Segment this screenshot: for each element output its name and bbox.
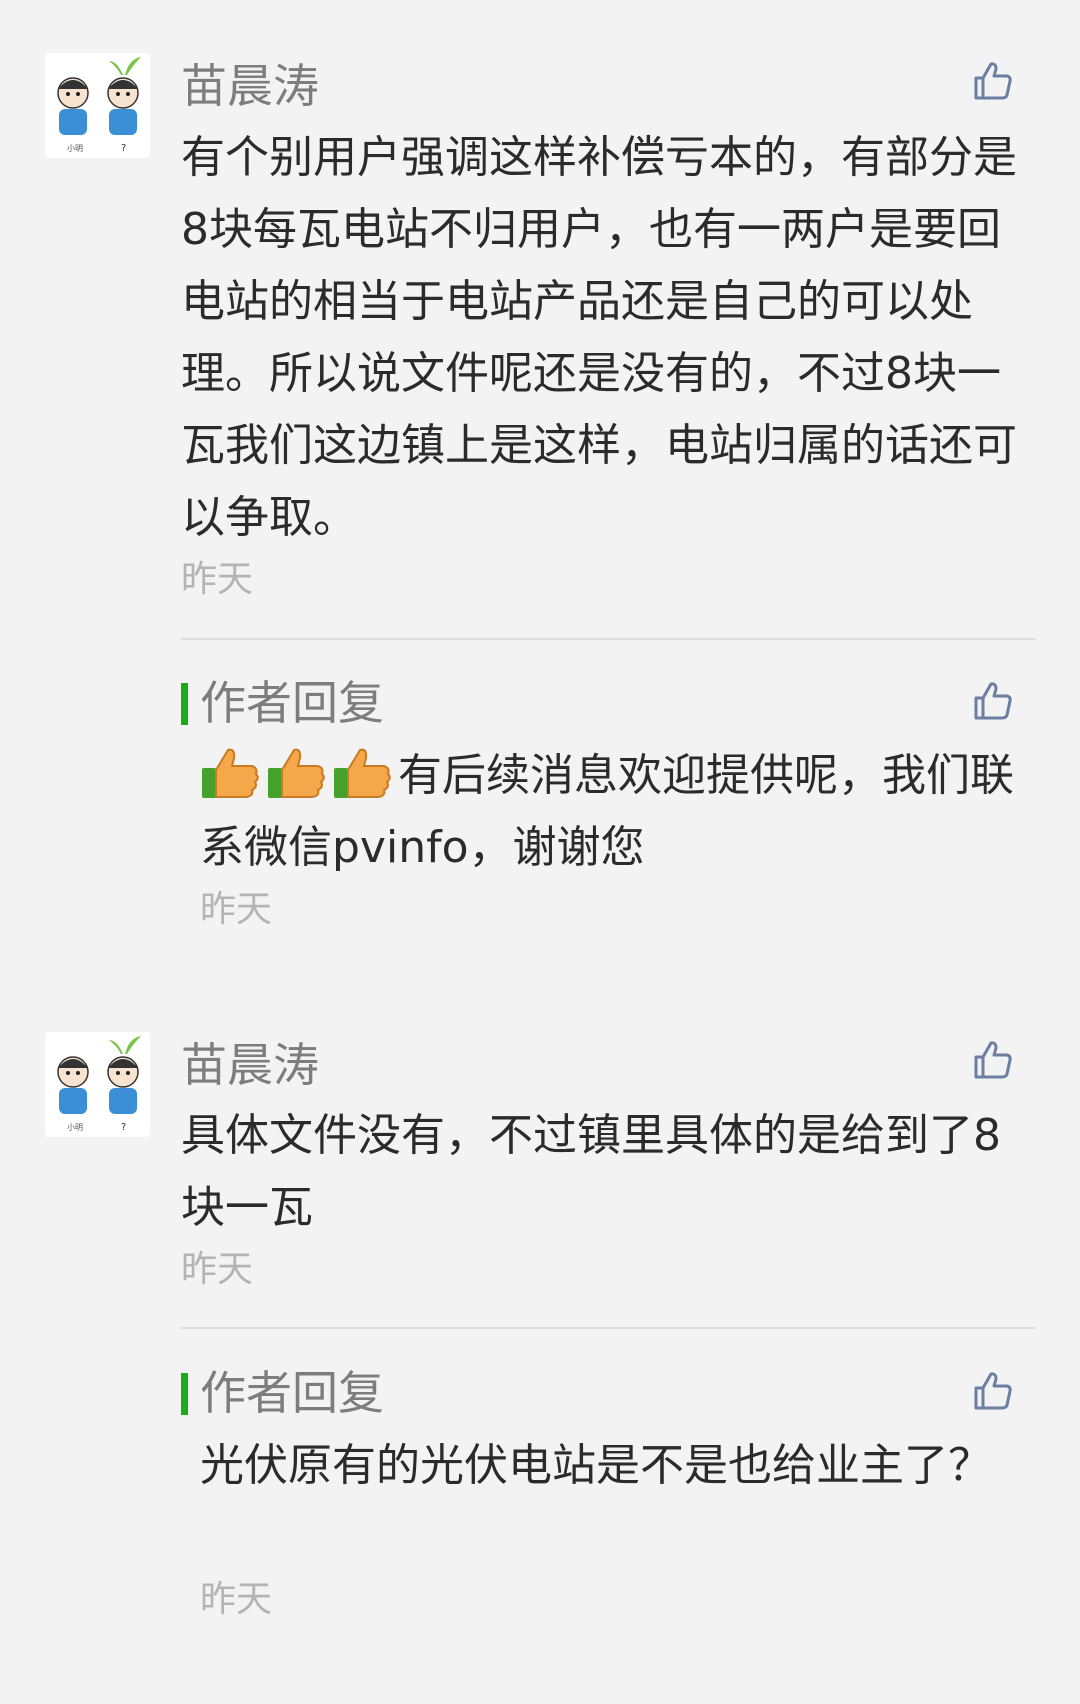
thumbs-up-emoji — [266, 748, 332, 801]
avatar-cartoon-icon: 小明 ? — [45, 1032, 150, 1137]
comment-list: 小明 ? 苗晨涛 有个别用户强调这样补偿亏本的，有部分是8块每瓦电站不归用户，也… — [0, 0, 1080, 1704]
thumbs-up-emoji — [332, 748, 398, 801]
thumbs-up-icon — [974, 62, 1012, 100]
divider — [181, 638, 1036, 640]
comment-username: 苗晨涛 — [181, 59, 319, 113]
author-reply-text: 有后续消息欢迎提供呢，我们联系微信pvinfo，谢谢您 — [200, 740, 1030, 884]
svg-text:?: ? — [121, 143, 126, 154]
comment-timestamp: 昨天 — [181, 1249, 254, 1290]
comment-timestamp: 昨天 — [181, 559, 254, 600]
like-button[interactable] — [972, 1370, 1014, 1412]
comment-text: 有个别用户强调这样补偿亏本的，有部分是8块每瓦电站不归用户，也有一两户是要回电站… — [181, 132, 1017, 543]
svg-text:?: ? — [121, 1122, 126, 1133]
comment-text: 具体文件没有，不过镇里具体的是给到了8块一瓦 — [181, 1110, 1001, 1233]
svg-text:小明: 小明 — [67, 1123, 83, 1132]
thumbs-up-icon — [974, 682, 1012, 720]
author-reply-marker — [181, 683, 188, 725]
author-reply-timestamp: 昨天 — [200, 1579, 273, 1620]
author-reply-timestamp: 昨天 — [200, 889, 273, 930]
thumbs-up-icon — [974, 1041, 1012, 1079]
comment-username: 苗晨涛 — [181, 1038, 319, 1092]
svg-text:小明: 小明 — [67, 144, 83, 153]
author-reply-label: 作者回复 — [200, 1366, 384, 1420]
author-reply-label: 作者回复 — [200, 676, 384, 730]
like-button[interactable] — [972, 1039, 1014, 1081]
divider — [181, 1327, 1036, 1329]
author-reply-marker — [181, 1373, 188, 1415]
author-reply-text: 光伏原有的光伏电站是不是也给业主了？ — [200, 1440, 992, 1491]
avatar[interactable]: 小明 ? — [45, 53, 150, 158]
like-button[interactable] — [972, 60, 1014, 102]
avatar[interactable]: 小明 ? — [45, 1032, 150, 1137]
like-button[interactable] — [972, 680, 1014, 722]
thumbs-up-icon — [974, 1372, 1012, 1410]
thumbs-up-emoji — [200, 748, 266, 801]
avatar-cartoon-icon: 小明 ? — [45, 53, 150, 158]
